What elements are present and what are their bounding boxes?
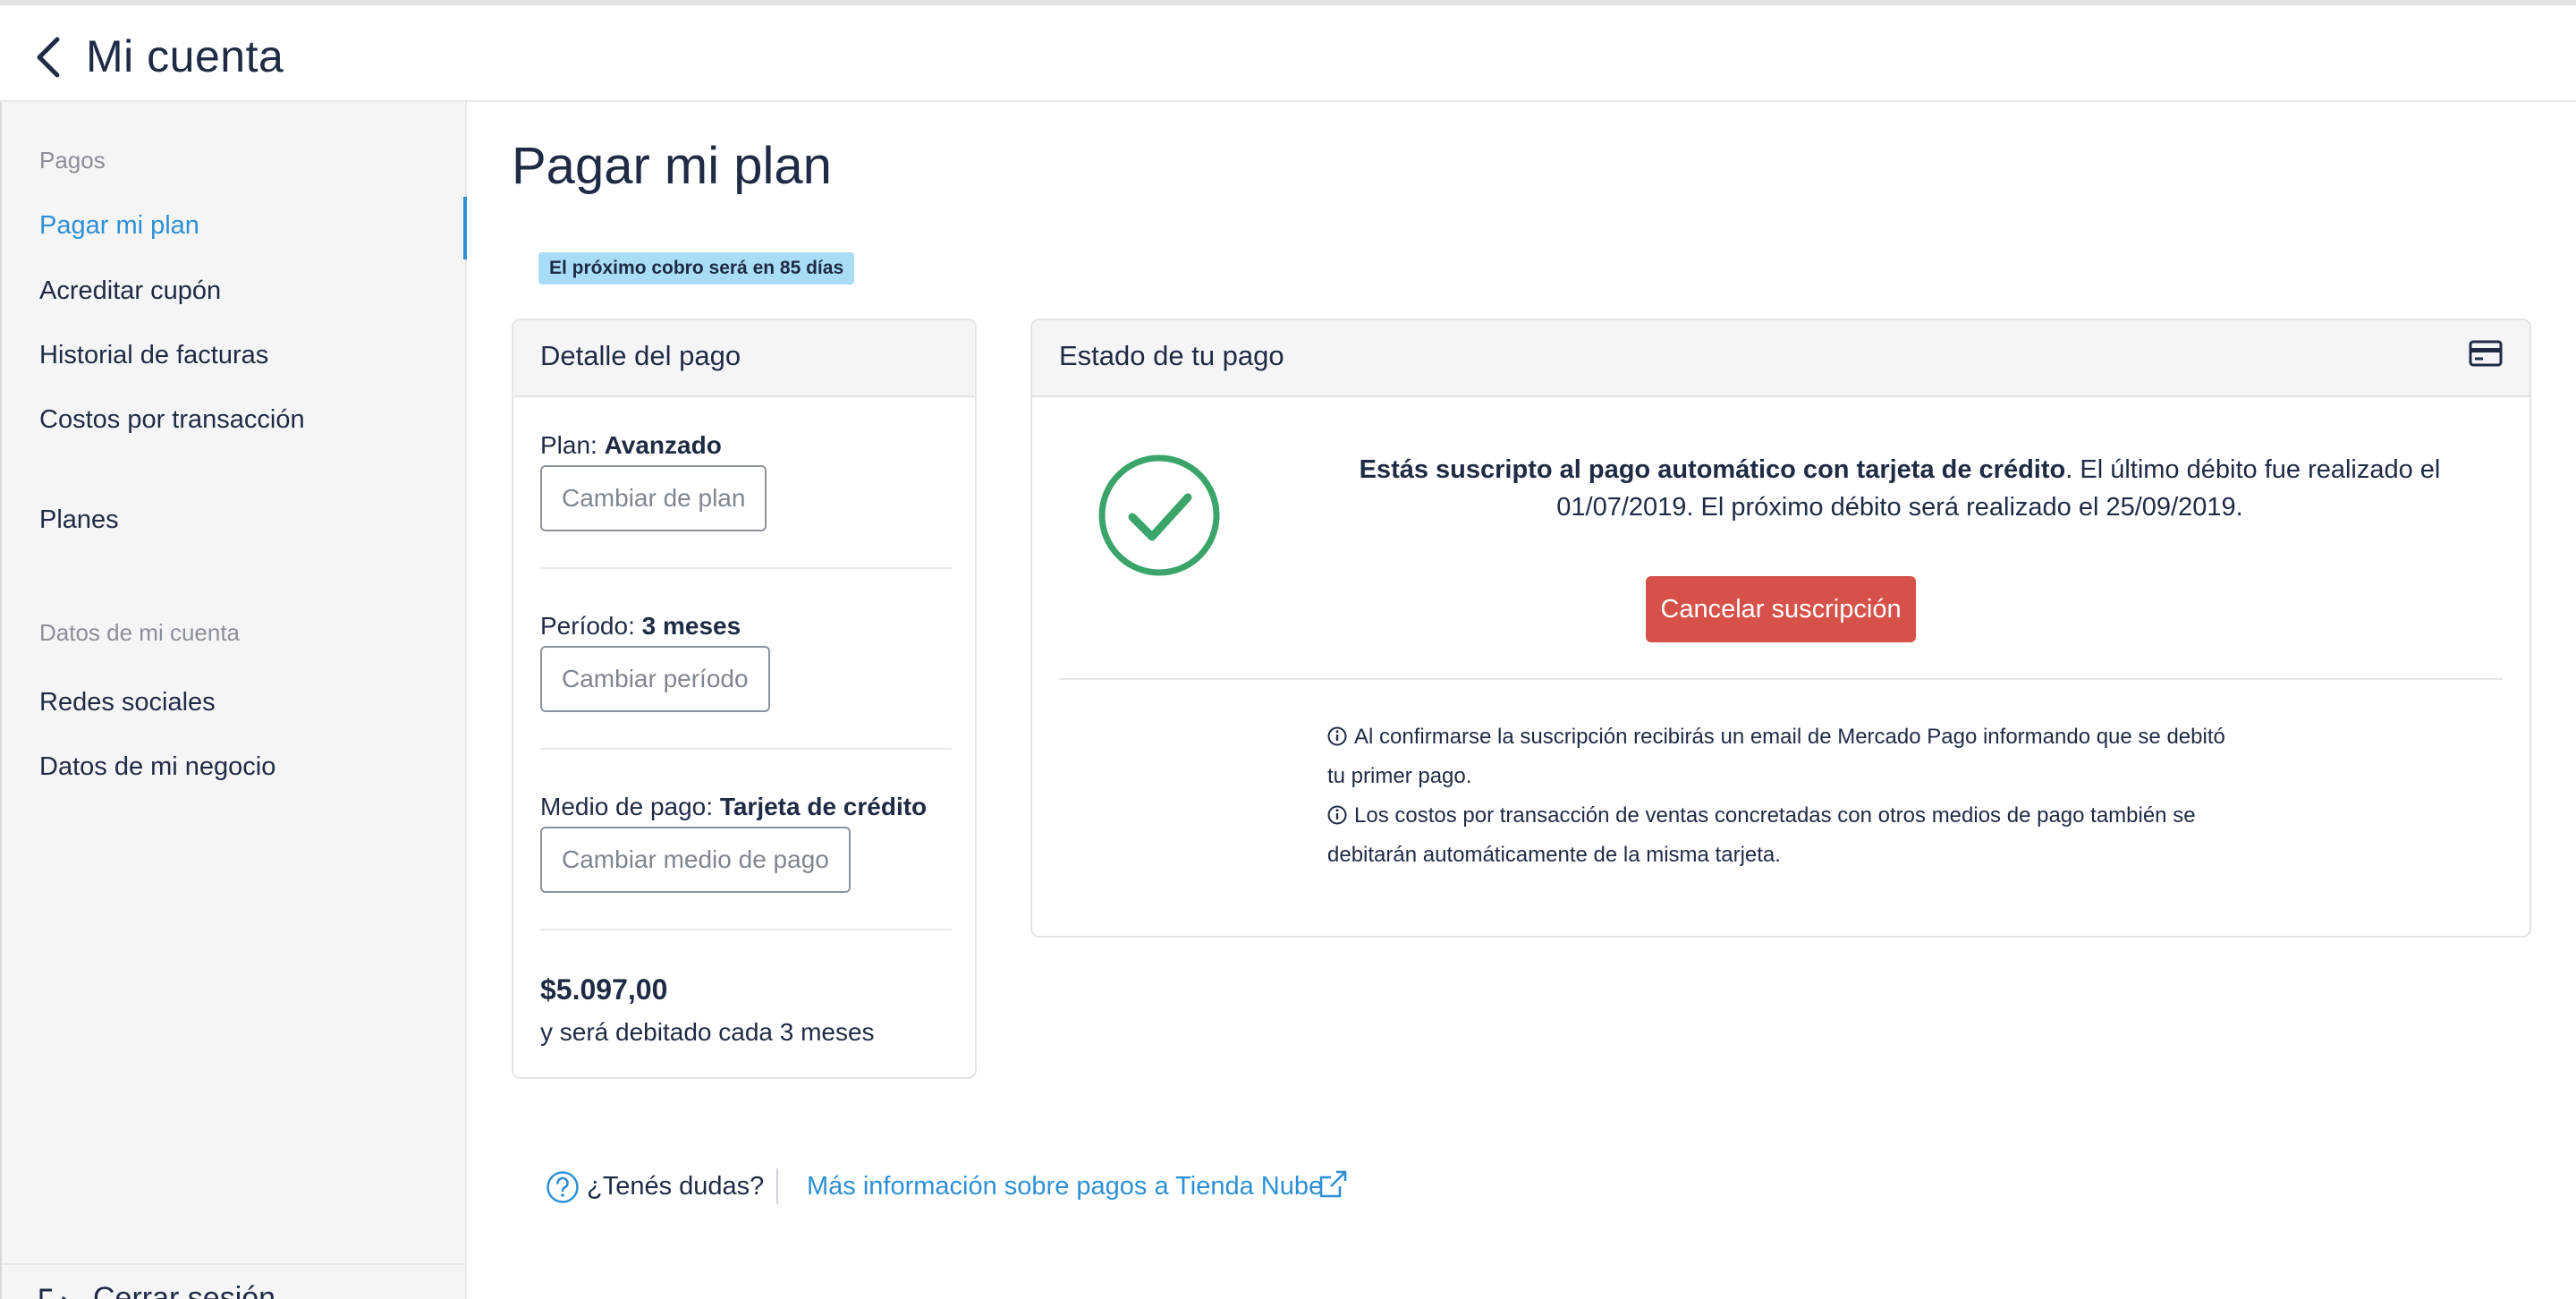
logout-label: Cerrar sesión [93,1281,276,1299]
payment-status-title: Estado de tu pago [1059,340,1284,371]
change-plan-button[interactable]: Cambiar de plan [540,465,767,531]
plan-row: Plan: Avanzado [540,431,722,460]
sidebar-active-indicator [463,197,467,259]
sidebar-section-pagos: Pagos [39,147,106,174]
payment-detail-title: Detalle del pago [540,340,741,371]
info-note-2-line-1: Los costos por transacción de ventas con… [1354,803,2196,828]
help-bar: ¿Tenés dudas? Más información sobre pago… [546,1168,1368,1204]
help-divider [776,1168,778,1204]
price-note: y será debitado cada 3 meses [540,1018,875,1046]
payment-detail-card: Detalle del pago Plan: Avanzado Cambiar … [512,318,977,1079]
info-icon [1327,805,1347,825]
payment-method-label: Medio de pago: [540,793,714,820]
plan-label: Plan: [540,431,597,459]
change-period-button[interactable]: Cambiar período [540,646,770,712]
info-note-1: Al confirmarse la suscripción recibirás … [1327,717,2225,796]
header-title: Mi cuenta [86,31,284,81]
payment-status-card: Estado de tu pago Estás suscripto al pag… [1030,318,2531,938]
sidebar-item-acreditar-cupon[interactable]: Acreditar cupón [39,276,221,306]
sidebar-item-historial-de-facturas[interactable]: Historial de facturas [39,341,268,370]
credit-card-icon [2469,340,2503,367]
sidebar-item-pagar-mi-plan[interactable]: Pagar mi plan [39,211,199,241]
info-note-2: Los costos por transacción de ventas con… [1327,796,2196,875]
plan-price: $5.097,00 [540,973,668,1006]
info-note-2-line-2: debitarán automáticamente de la misma ta… [1327,843,1781,867]
divider [540,567,952,569]
payment-status-header: Estado de tu pago [1032,320,2529,397]
sidebar-item-redes-sociales[interactable]: Redes sociales [39,688,216,717]
change-payment-method-button[interactable]: Cambiar medio de pago [540,827,851,893]
cancel-subscription-button[interactable]: Cancelar suscripción [1646,576,1916,642]
plan-value: Avanzado [604,431,722,459]
next-charge-badge: El próximo cobro será en 85 días [538,252,855,284]
subscription-status-message: Estás suscripto al pago automático con t… [1301,451,2499,526]
info-note-1-line-2: tu primer pago. [1327,764,1472,788]
sidebar: Pagos Pagar mi plan Acreditar cupón Hist… [0,102,467,1299]
subscription-status-bold: Estás suscripto al pago automático con t… [1359,455,2066,484]
chevron-left-icon[interactable] [32,34,68,81]
sidebar-item-planes[interactable]: Planes [39,505,119,535]
check-circle-icon [1098,454,1220,576]
divider [540,748,952,750]
app-header: Mi cuenta [0,5,2576,102]
info-note-1-line-1: Al confirmarse la suscripción recibirás … [1354,725,2225,749]
period-value: 3 meses [641,612,741,640]
payment-method-value: Tarjeta de crédito [719,793,928,820]
help-question: ¿Tenés dudas? [587,1172,765,1201]
divider [540,929,952,930]
payment-detail-header: Detalle del pago [513,320,975,397]
sidebar-section-datos: Datos de mi cuenta [39,619,241,646]
question-circle-icon [547,1171,579,1203]
payment-method-row: Medio de pago: Tarjeta de crédito [540,793,927,821]
sidebar-item-costos-por-transaccion[interactable]: Costos por transacción [39,405,305,435]
info-icon [1327,726,1347,746]
period-label: Período: [540,612,635,640]
sidebar-divider [2,1263,467,1265]
period-row: Período: 3 meses [540,612,741,641]
page-title: Pagar mi plan [512,137,832,195]
payments-info-link[interactable]: Más información sobre pagos a Tienda Nub… [807,1172,1323,1201]
logout-button[interactable]: Cerrar sesión [38,1276,413,1299]
external-link-icon[interactable] [1317,1168,1349,1201]
divider [1059,678,2503,680]
sidebar-item-datos-de-mi-negocio[interactable]: Datos de mi negocio [39,752,275,782]
logout-icon [39,1288,67,1299]
